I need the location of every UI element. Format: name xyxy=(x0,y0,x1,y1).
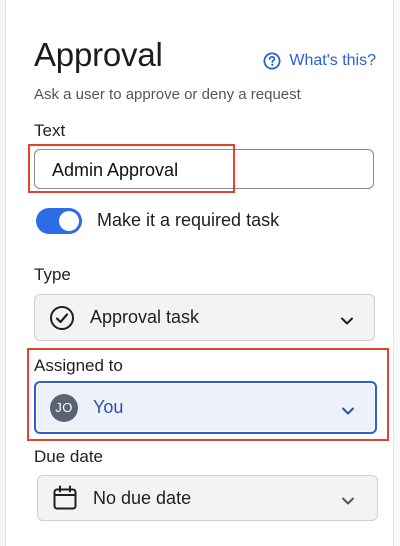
type-select[interactable]: Approval task xyxy=(34,294,375,341)
type-value: Approval task xyxy=(90,307,200,327)
due-date-value: No due date xyxy=(93,487,192,508)
approval-panel: Approval What's this? Ask a user to appr… xyxy=(0,0,400,546)
page-subtitle: Ask a user to approve or deny a request xyxy=(34,86,301,103)
text-field-label: Text xyxy=(34,121,66,140)
chevron-down-icon xyxy=(341,493,355,505)
assigned-to-value: You xyxy=(93,397,124,417)
check-circle-icon xyxy=(49,305,75,331)
scrollbar-track[interactable] xyxy=(393,0,400,546)
whats-this-link[interactable]: What's this? xyxy=(263,52,376,70)
assigned-to-label: Assigned to xyxy=(34,356,123,375)
text-input[interactable]: Admin Approval xyxy=(34,149,374,189)
required-task-toggle[interactable] xyxy=(36,208,82,234)
type-label: Type xyxy=(34,265,71,284)
whats-this-label: What's this? xyxy=(289,52,376,69)
left-divider xyxy=(0,0,6,546)
calendar-icon xyxy=(52,485,78,511)
required-task-label: Make it a required task xyxy=(97,210,280,230)
question-circle-icon xyxy=(263,52,281,70)
avatar: JO xyxy=(50,393,78,422)
due-date-label: Due date xyxy=(34,447,103,466)
chevron-down-icon xyxy=(340,313,354,324)
assigned-to-select[interactable]: JO You xyxy=(34,381,377,434)
chevron-down-icon xyxy=(341,403,355,414)
page-title: Approval xyxy=(34,36,163,73)
toggle-knob xyxy=(59,211,79,231)
due-date-select[interactable]: No due date xyxy=(37,475,378,521)
